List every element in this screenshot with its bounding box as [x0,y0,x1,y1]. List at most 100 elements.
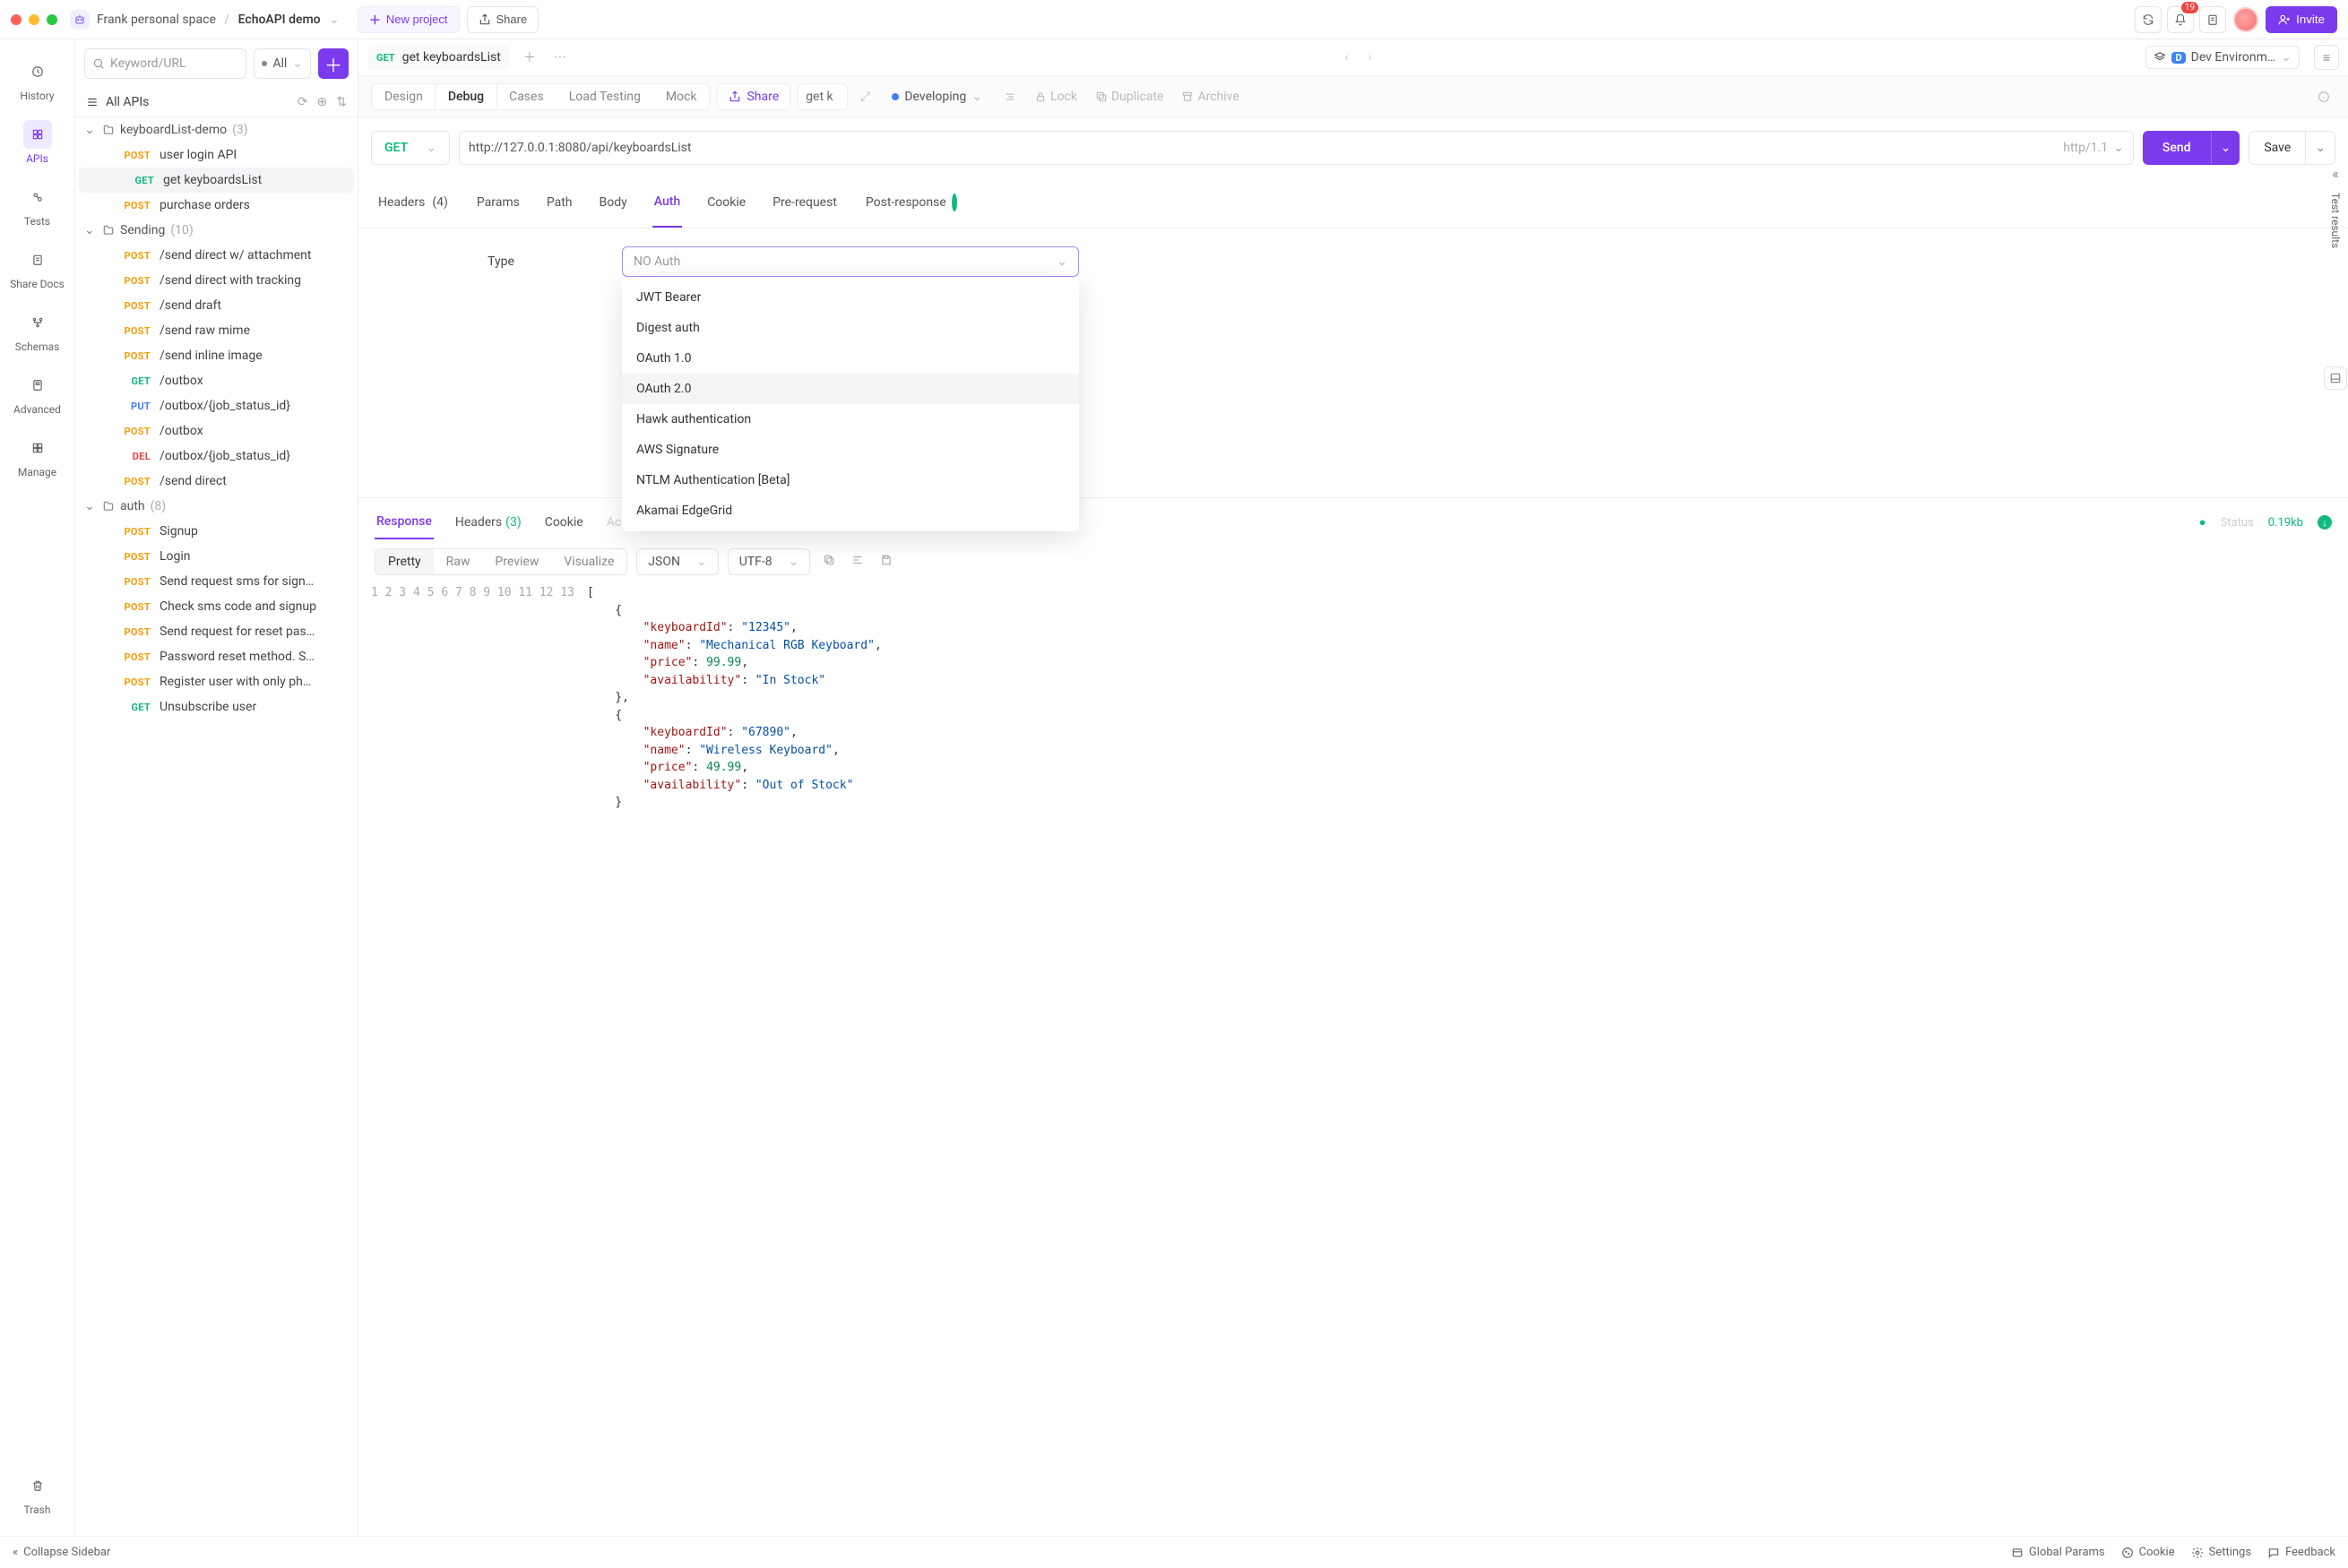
folder-keyboardlist-demo[interactable]: ⌄keyboardList-demo (3) [75,117,358,142]
folder-sending[interactable]: ⌄Sending (10) [75,218,358,243]
api-item[interactable]: GET/outbox [75,368,358,393]
format-response-icon[interactable] [848,550,868,573]
save-button[interactable]: Save ⌄ [2249,131,2335,165]
rail-history[interactable]: History [10,48,65,111]
api-item[interactable]: POST/send raw mime [75,318,358,343]
cookie-button[interactable]: Cookie [2121,1546,2175,1559]
api-item[interactable]: POST/send direct [75,469,358,494]
mode-design[interactable]: Design [372,84,436,109]
minimize-window-icon[interactable] [29,14,39,25]
search-input[interactable]: Keyword/URL [84,48,246,79]
api-item[interactable]: POSTCheck sms code and signup [75,594,358,619]
duplicate-button[interactable]: Duplicate [1090,90,1170,104]
breadcrumb-project[interactable]: EchoAPI demo [238,13,321,27]
add-tab-button[interactable]: ＋ [519,47,540,68]
locate-icon[interactable]: ⊕ [317,95,328,109]
charset-select[interactable]: UTF-8 ⌄ [728,548,811,575]
tab-post-response[interactable]: Post-response [862,177,959,228]
api-item[interactable]: POSTSend request for reset pas… [75,619,358,644]
invite-button[interactable]: Invite [2266,6,2337,33]
chevron-down-icon[interactable]: ⌄ [329,13,340,27]
status-select[interactable]: Developing ⌄ [883,84,991,109]
view-pretty[interactable]: Pretty [376,549,434,574]
auth-type-select[interactable]: NO Auth ⌄ [622,246,1079,277]
auth-option[interactable]: OAuth 1.0 [622,343,1079,374]
mode-load-testing[interactable]: Load Testing [557,84,653,109]
collapse-sidebar-button[interactable]: « Collapse Sidebar [13,1546,110,1559]
method-select[interactable]: GET ⌄ [371,131,450,165]
format-select[interactable]: JSON ⌄ [636,548,718,575]
tab-params[interactable]: Params [475,177,522,228]
tab-resp-cookie[interactable]: Cookie [543,506,585,538]
layout-icon[interactable] [2324,366,2347,390]
tab-resp-headers[interactable]: Headers (3) [453,506,523,538]
global-params-button[interactable]: Global Params [2011,1546,2105,1559]
add-api-button[interactable]: ＋ [318,48,349,79]
sort-icon[interactable]: ⇅ [336,95,347,109]
environment-select[interactable]: D Dev Environm… ⌄ [2145,46,2300,69]
api-item[interactable]: POSTLogin [75,544,358,569]
view-preview[interactable]: Preview [482,549,551,574]
test-results-tab[interactable]: Test results [2329,193,2342,248]
share-api-button[interactable]: Share [717,83,790,110]
view-raw[interactable]: Raw [434,549,483,574]
api-item[interactable]: POST/outbox [75,418,358,444]
maximize-window-icon[interactable] [47,14,57,25]
tab-auth[interactable]: Auth [652,177,682,228]
rail-trash[interactable]: Trash [0,1462,74,1525]
clipboard-icon[interactable] [2199,6,2226,33]
collapse-icon[interactable]: « [2332,165,2339,182]
tab-pre-request[interactable]: Pre-request [771,177,839,228]
api-item[interactable]: POSTSend request sms for sign… [75,569,358,594]
notifications-icon[interactable]: 19 [2167,6,2194,33]
auth-option[interactable]: Akamai EdgeGrid [622,495,1079,526]
rail-tests[interactable]: Tests [10,174,65,237]
response-body[interactable]: 1 2 3 4 5 6 7 8 9 10 11 12 13 [ { "keybo… [358,584,2348,821]
mode-cases[interactable]: Cases [496,84,557,109]
api-item[interactable]: POST/send draft [75,293,358,318]
api-item[interactable]: POSTPassword reset method. S… [75,644,358,669]
info-icon[interactable] [2312,90,2335,103]
api-item[interactable]: DEL/outbox/{job_status_id} [75,444,358,469]
close-window-icon[interactable] [11,14,22,25]
rail-apis[interactable]: APIs [10,111,65,174]
api-item[interactable]: POSTpurchase orders [75,193,358,218]
chevron-down-icon[interactable]: ⌄ [2211,132,2240,164]
api-item[interactable]: PUT/outbox/{job_status_id} [75,393,358,418]
refresh-icon[interactable]: ⟳ [298,95,308,109]
auth-option[interactable]: JWT Bearer [622,282,1079,313]
api-item[interactable]: POSTSignup [75,519,358,544]
all-apis-header[interactable]: All APIs ⟳ ⊕ ⇅ [75,88,358,117]
api-item[interactable]: POSTuser login API [75,142,358,168]
avatar[interactable] [2233,7,2258,32]
archive-button[interactable]: Archive [1176,90,1244,104]
expand-icon[interactable]: ⤢ [855,90,876,104]
mode-debug[interactable]: Debug [436,84,496,109]
name-input[interactable]: get k [798,83,848,110]
api-item[interactable]: POST/send direct with tracking [75,268,358,293]
rail-sharedocs[interactable]: Share Docs [10,237,65,299]
save-response-icon[interactable] [876,550,896,573]
tab-cookie[interactable]: Cookie [705,177,747,228]
auth-option[interactable]: Digest auth [622,313,1079,343]
api-item[interactable]: POST/send direct w/ attachment [75,243,358,268]
copy-response-icon[interactable] [819,550,839,573]
tab-response[interactable]: Response [375,505,434,539]
api-item[interactable]: GETget keyboardsList [79,168,354,193]
tab-next-icon[interactable]: › [1363,50,1377,65]
url-input[interactable]: http://127.0.0.1:8080/api/keyboardsList … [459,131,2134,165]
chevron-down-icon[interactable]: ⌄ [2305,132,2335,164]
auth-option[interactable]: Hawk authentication [622,404,1079,435]
indent-icon[interactable] [998,90,1022,103]
tab-path[interactable]: Path [545,177,574,228]
new-project-button[interactable]: ＋ New project [358,6,460,33]
api-item[interactable]: GETUnsubscribe user [75,694,358,719]
sync-icon[interactable] [2135,6,2162,33]
lock-button[interactable]: Lock [1029,90,1083,104]
auth-option[interactable]: AWS Signature [622,435,1079,465]
api-item[interactable]: POSTRegister user with only ph… [75,669,358,694]
filter-select[interactable]: All ⌄ [254,48,311,79]
tab-prev-icon[interactable]: ‹ [1339,50,1353,65]
view-visualize[interactable]: Visualize [551,549,626,574]
folder-auth[interactable]: ⌄auth (8) [75,494,358,519]
